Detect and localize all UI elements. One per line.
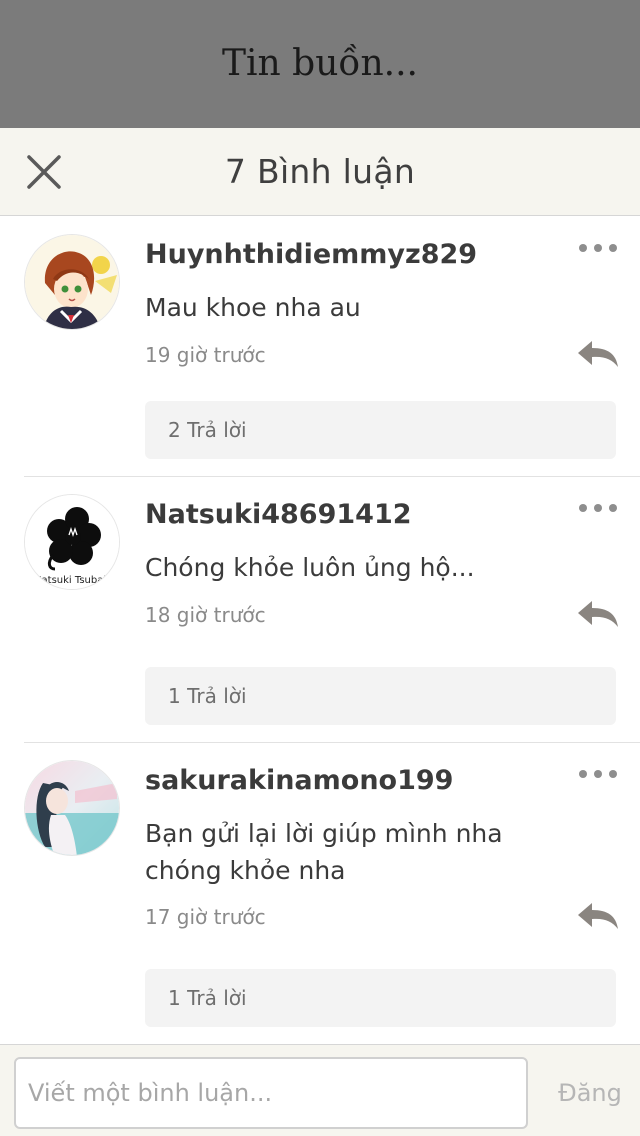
comment-item: Natsuki Tsubaki Natsuki48691412 Chóng kh… xyxy=(0,477,640,743)
comment-username[interactable]: sakurakinamono199 xyxy=(145,765,453,796)
comment-username[interactable]: Huynhthidiemmyz829 xyxy=(145,239,477,270)
view-replies-button[interactable]: 1 Trả lời xyxy=(145,667,616,725)
avatar[interactable]: Natsuki Tsubaki xyxy=(24,494,120,590)
comment-username[interactable]: Natsuki48691412 xyxy=(145,499,412,530)
comment-text: Mau khoe nha au xyxy=(145,293,361,322)
reply-arrow-icon xyxy=(578,601,618,627)
avatar-image xyxy=(25,235,119,329)
story-title: Tin buồn... xyxy=(222,42,418,84)
avatar-image: Natsuki Tsubaki xyxy=(25,495,119,589)
comment-timestamp: 17 giờ trước xyxy=(145,905,266,929)
more-options-icon xyxy=(579,770,617,778)
close-icon xyxy=(27,155,61,189)
comment-timestamp: 18 giờ trước xyxy=(145,603,266,627)
reply-arrow-icon xyxy=(578,903,618,929)
view-replies-button[interactable]: 1 Trả lời xyxy=(145,969,616,1027)
more-options-icon xyxy=(579,244,617,252)
comment-item: sakurakinamono199 Bạn gửi lại lời giúp m… xyxy=(0,743,640,1045)
story-header: Tin buồn... xyxy=(0,0,640,128)
reply-button[interactable] xyxy=(576,901,620,931)
avatar[interactable] xyxy=(24,234,120,330)
post-button[interactable]: Đăng xyxy=(540,1057,640,1129)
comment-text: Bạn gửi lại lời giúp mình nha chóng khỏe… xyxy=(145,819,503,885)
comment-item: Huynhthidiemmyz829 Mau khoe nha au 19 gi… xyxy=(0,217,640,477)
more-options-button[interactable] xyxy=(578,765,618,783)
avatar[interactable] xyxy=(24,760,120,856)
reply-button[interactable] xyxy=(576,339,620,369)
close-button[interactable] xyxy=(22,150,66,194)
view-replies-button[interactable]: 2 Trả lời xyxy=(145,401,616,459)
comments-header: 7 Bình luận xyxy=(0,128,640,216)
reply-button[interactable] xyxy=(576,599,620,629)
comments-count-title: 7 Bình luận xyxy=(224,152,416,191)
comment-list[interactable]: Huynhthidiemmyz829 Mau khoe nha au 19 gi… xyxy=(0,217,640,1045)
comment-text: Chóng khỏe luôn ủng hộ... xyxy=(145,553,475,582)
more-options-button[interactable] xyxy=(578,499,618,517)
comment-composer: Đăng xyxy=(0,1044,640,1136)
comment-timestamp: 19 giờ trước xyxy=(145,343,266,367)
more-options-icon xyxy=(579,504,617,512)
reply-arrow-icon xyxy=(578,341,618,367)
avatar-image xyxy=(25,761,119,855)
avatar-caption: Natsuki Tsubaki xyxy=(34,575,112,586)
comment-input[interactable] xyxy=(14,1057,528,1129)
more-options-button[interactable] xyxy=(578,239,618,257)
